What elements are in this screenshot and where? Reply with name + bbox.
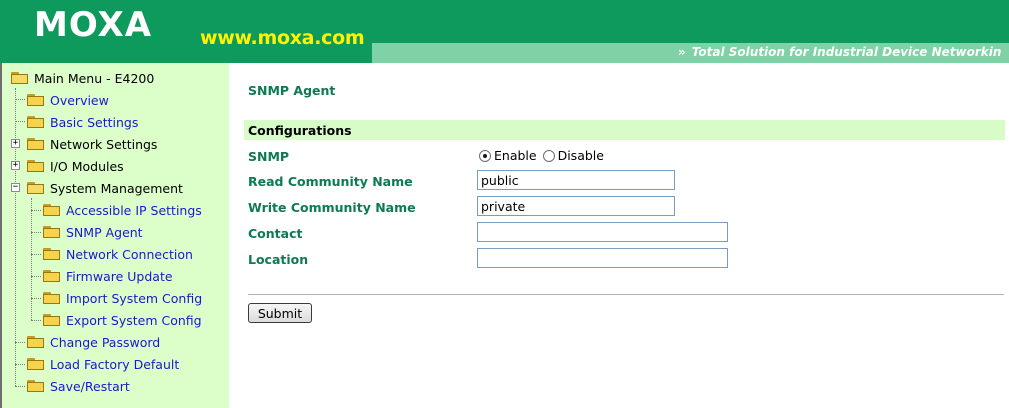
sidebar-item-label: SNMP Agent (66, 224, 143, 240)
sidebar-item-network-connection[interactable]: Network Connection (43, 244, 193, 264)
sidebar-item-label: Export System Config (66, 312, 202, 328)
snmp-disable-label[interactable]: Disable (558, 148, 604, 163)
sidebar-item-firmware-update[interactable]: Firmware Update (43, 266, 173, 286)
tagline-arrows-icon: » (678, 45, 686, 59)
tree-line (15, 386, 25, 387)
sidebar-item-change-password[interactable]: Change Password (27, 332, 160, 352)
tree-line (31, 320, 41, 321)
sidebar-item-label: Firmware Update (66, 268, 173, 284)
folder-open-icon (27, 182, 44, 194)
folder-icon (27, 358, 44, 370)
sidebar-item-label: Import System Config (66, 290, 203, 306)
tree-line (31, 254, 41, 255)
tree-line (15, 342, 25, 343)
sidebar-menu: Main Menu - E4200 Overview Basic Setting… (0, 63, 229, 408)
sidebar-item-overview[interactable]: Overview (27, 90, 109, 110)
tree-line (31, 232, 41, 233)
sidebar-item-import-config[interactable]: Import System Config (43, 288, 202, 308)
snmp-disable-radio[interactable] (542, 149, 555, 162)
folder-icon (27, 116, 44, 128)
page-title: SNMP Agent (248, 83, 336, 98)
logo-url[interactable]: www.moxa.com (200, 27, 365, 49)
sidebar-item-basic-settings[interactable]: Basic Settings (27, 112, 138, 132)
write-community-input[interactable] (477, 196, 675, 216)
folder-icon (27, 160, 44, 172)
read-community-input[interactable] (477, 170, 675, 190)
folder-icon (43, 226, 60, 238)
read-community-label: Read Community Name (248, 174, 413, 189)
snmp-enable-radio[interactable] (479, 149, 491, 162)
sidebar-item-label: Basic Settings (50, 114, 139, 130)
sidebar-root-label: Main Menu - E4200 (34, 70, 155, 86)
sidebar-item-io-modules[interactable]: I/O Modules (27, 156, 124, 176)
snmp-radio-group: Enable Disable (479, 148, 610, 163)
tree-line (31, 298, 41, 299)
snmp-enable-label[interactable]: Enable (494, 148, 537, 163)
sidebar-item-label: Load Factory Default (50, 356, 180, 372)
folder-open-icon (11, 72, 28, 84)
folder-icon (27, 138, 44, 150)
sidebar-item-network-settings[interactable]: Network Settings (27, 134, 157, 154)
sidebar-item-label: Change Password (50, 334, 161, 350)
form-divider (248, 294, 1004, 295)
tree-line (15, 364, 25, 365)
moxa-logo-text: MOXA (34, 6, 152, 42)
sidebar-item-save-restart[interactable]: Save/Restart (27, 376, 130, 396)
sidebar-item-accessible-ip[interactable]: Accessible IP Settings (43, 200, 202, 220)
tagline-text: Total Solution for Industrial Device Net… (691, 45, 1002, 59)
sidebar-item-export-config[interactable]: Export System Config (43, 310, 202, 330)
folder-icon (27, 336, 44, 348)
section-title: Configurations (248, 123, 352, 138)
expand-plus-icon[interactable]: + (11, 161, 20, 170)
folder-icon (43, 292, 60, 304)
sidebar-item-label: Network Connection (66, 246, 193, 262)
contact-input[interactable] (477, 222, 728, 242)
folder-icon (27, 380, 44, 392)
sidebar-item-label: I/O Modules (50, 158, 124, 174)
submit-button[interactable]: Submit (248, 303, 312, 323)
sidebar-item-label: Network Settings (50, 136, 158, 152)
sidebar-item-system-management[interactable]: System Management (27, 178, 183, 198)
sidebar-item-snmp-agent[interactable]: SNMP Agent (43, 222, 143, 242)
sidebar-item-load-factory-default[interactable]: Load Factory Default (27, 354, 179, 374)
header-tagline: » Total Solution for Industrial Device Ne… (678, 45, 1001, 59)
expand-plus-icon[interactable]: + (11, 139, 20, 148)
sidebar-item-label: Save/Restart (50, 378, 130, 394)
location-input[interactable] (477, 248, 728, 268)
snmp-label: SNMP (248, 149, 290, 164)
folder-icon (43, 270, 60, 282)
tree-line (15, 121, 25, 122)
tree-line (15, 99, 25, 100)
header-banner: MOXA www.moxa.com » Total Solution for In… (0, 0, 1009, 63)
tree-line (31, 276, 41, 277)
tree-line (31, 198, 32, 320)
sidebar-item-label: Accessible IP Settings (66, 202, 202, 218)
folder-icon (27, 94, 44, 106)
sidebar-item-label: System Management (50, 180, 183, 196)
write-community-label: Write Community Name (248, 200, 416, 215)
sidebar-root[interactable]: Main Menu - E4200 (11, 68, 154, 88)
tree-line (31, 210, 41, 211)
moxa-logo: MOXA (34, 6, 152, 42)
folder-icon (43, 314, 60, 326)
folder-icon (43, 204, 60, 216)
contact-label: Contact (248, 226, 303, 241)
sidebar-item-label: Overview (50, 92, 109, 108)
section-header: Configurations (244, 120, 1005, 140)
collapse-minus-icon[interactable]: − (11, 183, 20, 192)
location-label: Location (248, 252, 309, 267)
folder-icon (43, 248, 60, 260)
